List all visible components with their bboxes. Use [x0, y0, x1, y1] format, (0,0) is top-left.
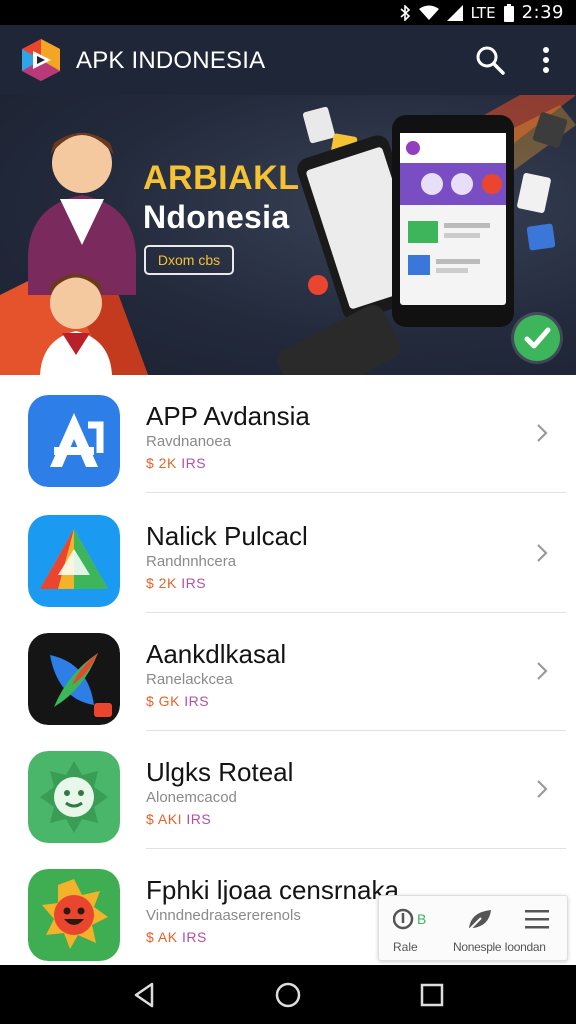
chevron-right-icon [537, 424, 548, 442]
promo-banner[interactable]: ARBIAKL Ndonesia Dxom cbs [0, 95, 576, 375]
app-developer: Ranelackcea [146, 671, 233, 688]
banner-title: ARBIAKL [143, 159, 300, 197]
home-icon[interactable] [272, 979, 304, 1011]
clock: 2:39 [521, 2, 564, 23]
chevron-right-icon [537, 544, 548, 562]
menu-icon[interactable] [523, 908, 551, 930]
app-price: $ 2K IRS [146, 575, 207, 591]
toggle-icon[interactable]: B [393, 907, 433, 931]
list-item[interactable]: Aankdlkasal Ranelackcea $ GK IRS [0, 613, 576, 731]
status-bar: LTE 2:39 [0, 0, 576, 25]
list-item[interactable]: Nalick Pulcacl Randnnhcera $ 2K IRS [0, 495, 576, 613]
svg-text:B: B [417, 911, 426, 927]
app-bar: APK INDONESIA [0, 25, 576, 95]
app-price: $ AKI IRS [146, 811, 212, 827]
wifi-icon [418, 5, 439, 20]
app-name: Fphki ljoaa censrnaka [146, 875, 399, 905]
leaf-icon[interactable] [465, 906, 495, 932]
app-price: $ AK IRS [146, 929, 207, 945]
recents-icon[interactable] [416, 979, 448, 1011]
chevron-right-icon [537, 780, 548, 798]
status-icons: LTE 2:39 [399, 2, 564, 23]
app-name: Aankdlkasal [146, 639, 287, 669]
back-icon[interactable] [128, 979, 160, 1011]
app-name: Ulgks Roteal [146, 757, 294, 787]
system-nav-bar [0, 965, 576, 1024]
app-developer: Vinndnedraasererenols [146, 907, 301, 924]
red-star-face-icon [28, 869, 120, 961]
app-title: APK INDONESIA [76, 47, 266, 74]
app-logo-icon [22, 39, 60, 81]
app-list: APP Avdansia Ravdnanoea $ 2K IRS Nalick … [0, 375, 576, 965]
app-name: APP Avdansia [146, 401, 310, 431]
check-icon [514, 315, 560, 361]
green-star-face-icon [28, 751, 120, 843]
panel-label-right: Nonesple Ioondan [453, 940, 546, 954]
banner-subtitle: Ndonesia [143, 199, 290, 235]
app-developer: Randnnhcera [146, 553, 237, 570]
app-store-a-icon [28, 395, 120, 487]
banner-cta-button[interactable]: Dxom cbs [144, 245, 234, 275]
signal-icon [446, 4, 463, 21]
list-item[interactable]: Ulgks Roteal Alonemcacod $ AKI IRS [0, 731, 576, 849]
colorful-triangle-icon [28, 515, 120, 607]
more-vert-icon[interactable] [532, 44, 560, 76]
battery-icon [503, 3, 514, 22]
list-item[interactable]: APP Avdansia Ravdnanoea $ 2K IRS [0, 375, 576, 493]
search-icon[interactable] [474, 44, 506, 76]
app-name: Nalick Pulcacl [146, 521, 308, 551]
bottom-action-panel: B Rale Nonesple Ioondan [378, 895, 568, 961]
divider [146, 492, 566, 493]
network-type: LTE [470, 3, 496, 22]
app-price: $ GK IRS [146, 693, 210, 709]
app-price: $ 2K IRS [146, 455, 207, 471]
app-developer: Alonemcacod [146, 789, 237, 806]
app-developer: Ravdnanoea [146, 433, 232, 450]
bluetooth-icon [400, 4, 410, 21]
feather-logo-icon [28, 633, 120, 725]
chevron-right-icon [537, 662, 548, 680]
panel-label-left: Rale [393, 940, 418, 954]
